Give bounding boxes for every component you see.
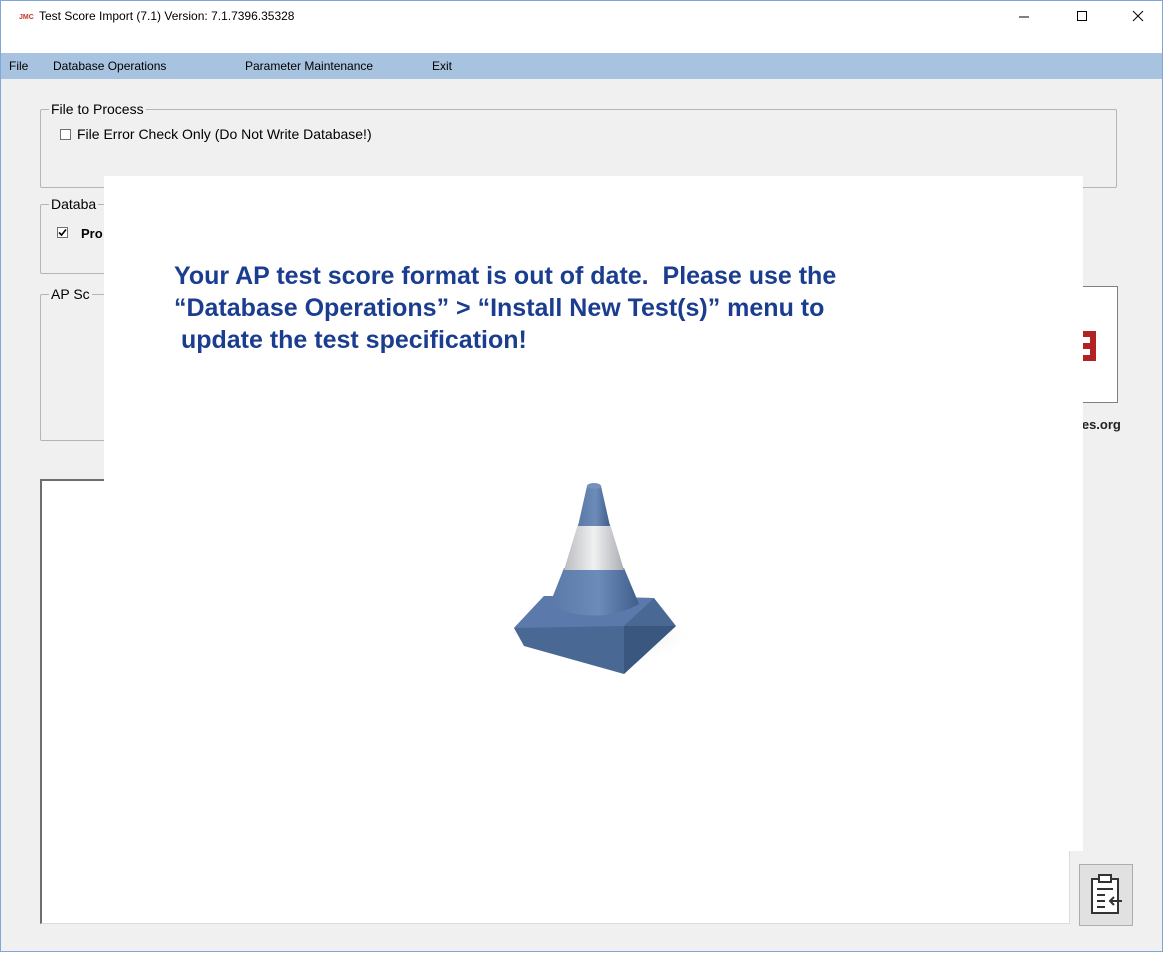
title-bar[interactable]: JMC Test Score Import (7.1) Version: 7.1… bbox=[1, 1, 1162, 31]
maximize-icon bbox=[1077, 11, 1087, 21]
clipboard-import-icon bbox=[1091, 874, 1122, 914]
minimize-button[interactable] bbox=[1001, 1, 1047, 31]
out-of-date-message: Your AP test score format is out of date… bbox=[174, 260, 1044, 356]
menu-bar: File Database Operations Parameter Maint… bbox=[1, 53, 1162, 79]
app-logo-icon: JMC bbox=[19, 14, 34, 21]
database-option-label: Pro bbox=[81, 226, 103, 241]
close-button[interactable] bbox=[1115, 1, 1161, 31]
traffic-cone-icon bbox=[514, 483, 694, 674]
menu-parameter-maintenance[interactable]: Parameter Maintenance bbox=[245, 59, 373, 73]
message-line-3: update the test specification! bbox=[174, 326, 527, 354]
import-button[interactable] bbox=[1079, 864, 1133, 926]
checkmark-icon bbox=[58, 228, 67, 237]
minimize-icon bbox=[1019, 16, 1029, 18]
out-of-date-overlay: Your AP test score format is out of date… bbox=[104, 176, 1083, 851]
menu-file[interactable]: File bbox=[9, 59, 28, 73]
menubar-spacer bbox=[1, 31, 1162, 53]
close-icon bbox=[1132, 10, 1144, 22]
app-window: JMC Test Score Import (7.1) Version: 7.1… bbox=[0, 0, 1163, 952]
file-to-process-legend: File to Process bbox=[49, 101, 146, 117]
message-line-2: “Database Operations” > “Install New Tes… bbox=[174, 294, 825, 322]
app-logo-text: JMC bbox=[19, 14, 34, 21]
ap-scores-legend: AP Sc bbox=[49, 286, 92, 302]
file-error-check-checkbox[interactable] bbox=[60, 129, 71, 140]
menu-database-operations[interactable]: Database Operations bbox=[53, 59, 166, 73]
logo-mark-icon bbox=[1082, 331, 1096, 361]
maximize-button[interactable] bbox=[1059, 1, 1105, 31]
menu-exit[interactable]: Exit bbox=[432, 59, 452, 73]
database-group-legend: Databa bbox=[49, 196, 99, 212]
message-line-1: Your AP test score format is out of date… bbox=[174, 262, 837, 290]
file-error-check-label: File Error Check Only (Do Not Write Data… bbox=[77, 126, 372, 142]
database-option-checkbox[interactable] bbox=[57, 227, 68, 238]
window-title: Test Score Import (7.1) Version: 7.1.739… bbox=[39, 9, 295, 23]
